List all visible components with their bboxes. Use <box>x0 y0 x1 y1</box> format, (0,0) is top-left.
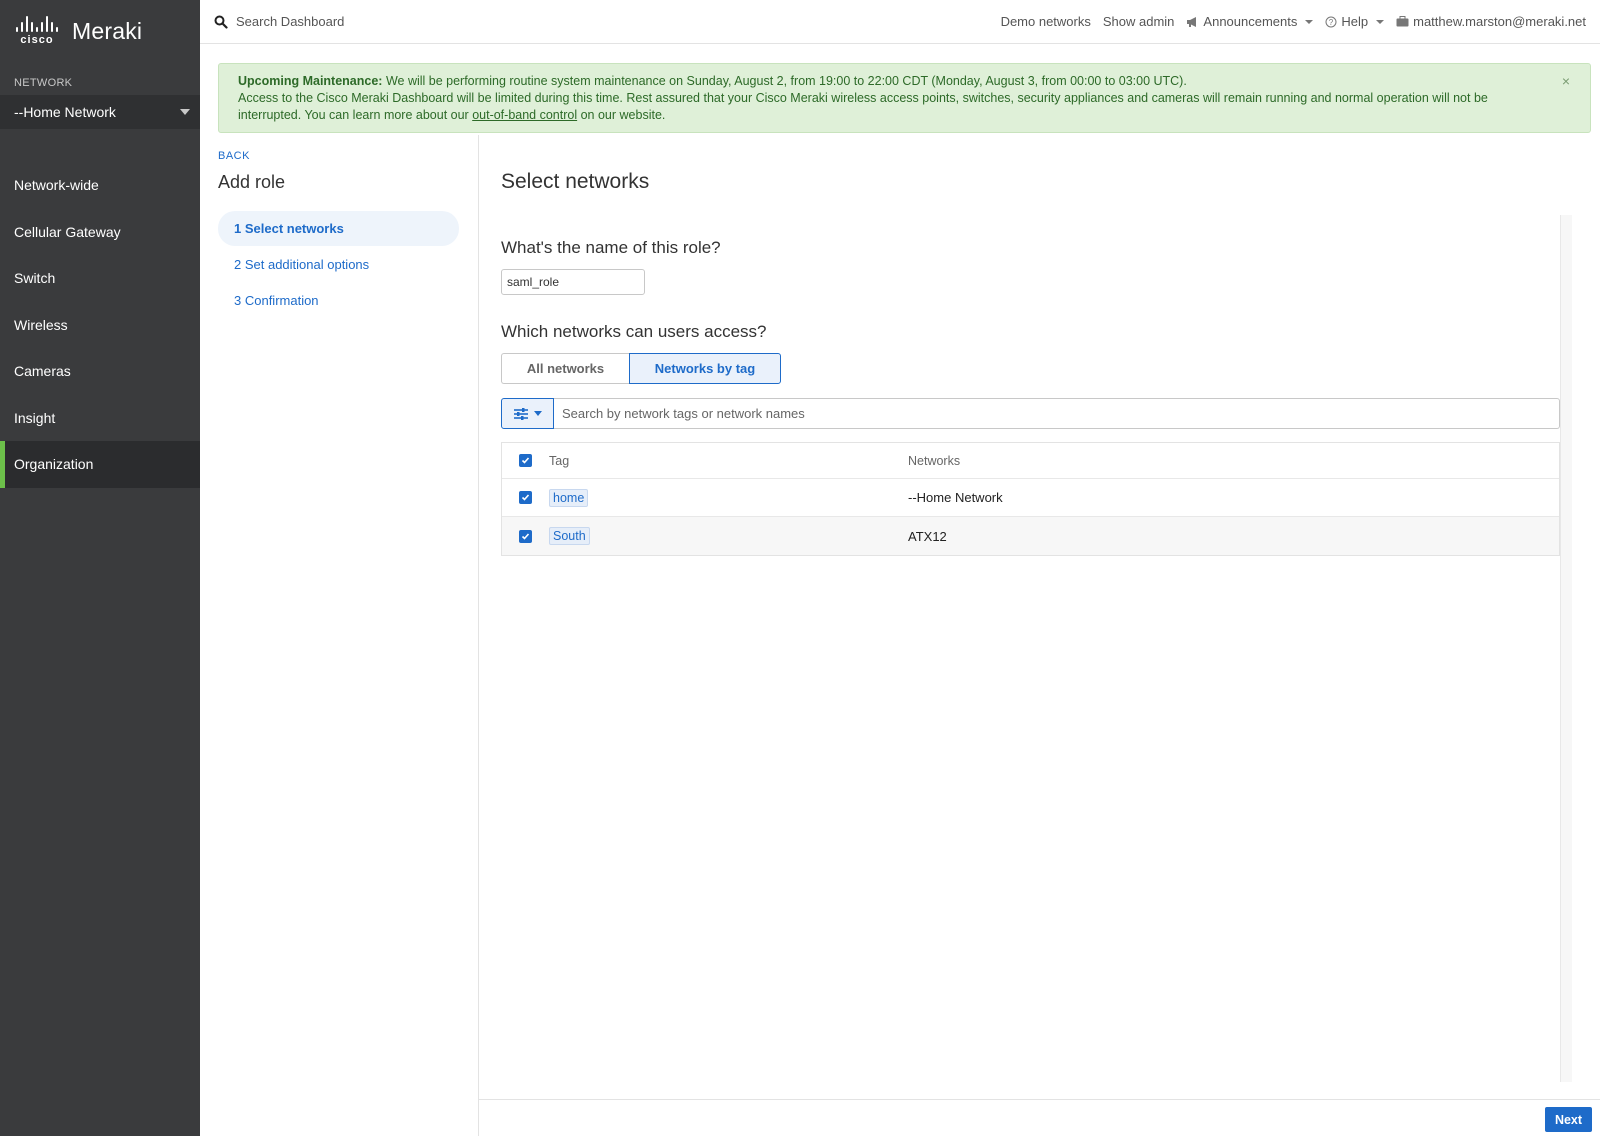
section-title: Select networks <box>501 170 650 193</box>
sidebar-item-label: Cellular Gateway <box>14 223 121 240</box>
row-checkbox[interactable] <box>519 529 532 543</box>
cisco-logo-icon: cisco <box>14 16 60 46</box>
maintenance-banner: Upcoming Maintenance: We will be perform… <box>218 63 1591 133</box>
step-select-networks[interactable]: 1 Select networks <box>218 211 459 246</box>
caret-down-icon <box>180 109 190 115</box>
out-of-band-control-link[interactable]: out-of-band control <box>472 108 577 122</box>
sidebar-item-wireless[interactable]: Wireless <box>0 302 200 349</box>
check-icon <box>521 532 530 540</box>
footer-divider <box>479 1099 1600 1100</box>
network-name: --Home Network <box>908 490 1003 505</box>
tag-pill: South <box>549 527 590 545</box>
row-checkbox[interactable] <box>519 491 532 504</box>
show-admin-link[interactable]: Show admin <box>1103 14 1175 29</box>
sidebar-item-label: Cameras <box>14 363 71 380</box>
network-name: ATX12 <box>908 528 947 544</box>
page-title: Add role <box>218 172 286 192</box>
check-icon <box>521 457 530 464</box>
role-name-input[interactable] <box>501 269 645 295</box>
filter-row <box>501 398 1560 429</box>
search-dashboard[interactable]: Search Dashboard <box>236 14 344 29</box>
table-row[interactable]: South ATX12 <box>502 517 1559 555</box>
cisco-wordmark: cisco <box>20 34 54 46</box>
all-networks-button[interactable]: All networks <box>501 353 629 384</box>
filter-dropdown-button[interactable] <box>501 398 554 429</box>
banner-heading: Upcoming Maintenance: <box>238 74 383 88</box>
step-confirmation[interactable]: 3 Confirmation <box>218 283 459 318</box>
announcements-label: Announcements <box>1203 14 1298 29</box>
help-menu[interactable]: ? Help <box>1325 14 1385 29</box>
select-all-checkbox[interactable] <box>519 454 532 467</box>
wizard-steps-panel: BACK Add role 1 Select networks 2 Set ad… <box>218 150 478 319</box>
brand-logo[interactable]: cisco Meraki <box>0 0 200 62</box>
column-divider <box>478 135 479 1136</box>
close-icon[interactable]: × <box>1562 73 1570 90</box>
user-menu[interactable]: matthew.marston@meraki.net <box>1396 14 1586 29</box>
networks-by-tag-button[interactable]: Networks by tag <box>629 353 781 384</box>
announcements-menu[interactable]: Announcements <box>1186 14 1314 29</box>
network-access-question: Which networks can users access? <box>501 322 767 341</box>
step-list: 1 Select networks 2 Set additional optio… <box>218 211 459 318</box>
table-header-row: Tag Networks <box>502 443 1559 479</box>
banner-line2: Access to the Cisco Meraki Dashboard wil… <box>238 91 1488 122</box>
tag-networks-table: Tag Networks home --Home Network South A… <box>501 442 1560 556</box>
top-bar: Search Dashboard Demo networks Show admi… <box>200 0 1600 44</box>
sidebar-item-label: Network-wide <box>14 177 99 194</box>
sidebar: cisco Meraki NETWORK --Home Network Netw… <box>0 0 200 1136</box>
check-icon <box>521 494 530 501</box>
svg-text:?: ? <box>1329 18 1334 27</box>
step-set-additional-options[interactable]: 2 Set additional options <box>218 247 459 282</box>
caret-down-icon <box>534 411 542 416</box>
sidebar-item-organization[interactable]: Organization <box>0 441 200 488</box>
main-panel: Select networks What's the name of this … <box>501 170 1561 556</box>
sidebar-item-cameras[interactable]: Cameras <box>0 348 200 395</box>
meraki-wordmark: Meraki <box>72 17 143 44</box>
sidebar-item-network-wide[interactable]: Network-wide <box>0 162 200 209</box>
sidebar-item-insight[interactable]: Insight <box>0 395 200 442</box>
sliders-icon <box>514 407 528 420</box>
sidebar-item-cellular-gateway[interactable]: Cellular Gateway <box>0 209 200 256</box>
next-button[interactable]: Next <box>1545 1107 1592 1132</box>
sidebar-item-switch[interactable]: Switch <box>0 255 200 302</box>
sidebar-item-label: Wireless <box>14 316 68 333</box>
briefcase-icon <box>1396 16 1409 27</box>
user-email: matthew.marston@meraki.net <box>1413 14 1586 29</box>
back-link[interactable]: BACK <box>218 150 478 162</box>
demo-networks-link[interactable]: Demo networks <box>1001 14 1091 29</box>
help-label: Help <box>1341 14 1369 29</box>
network-search-input[interactable] <box>554 398 1560 429</box>
tag-pill: home <box>549 488 589 507</box>
sidebar-nav: Network-wide Cellular Gateway Switch Wir… <box>0 162 200 488</box>
table-row[interactable]: home --Home Network <box>502 479 1559 517</box>
help-icon: ? <box>1325 16 1337 27</box>
caret-down-icon <box>1305 19 1314 24</box>
caret-down-icon <box>1376 19 1385 24</box>
role-name-question: What's the name of this role? <box>501 238 721 257</box>
network-selector[interactable]: --Home Network <box>0 95 200 129</box>
scrollbar[interactable] <box>1560 215 1572 1082</box>
network-label: NETWORK <box>14 77 73 89</box>
network-selector-value: --Home Network <box>14 104 116 120</box>
sidebar-item-label: Switch <box>14 270 56 287</box>
network-access-toggle: All networks Networks by tag <box>501 353 1561 384</box>
tag-column-header: Tag <box>549 453 570 468</box>
sidebar-item-label: Insight <box>14 409 56 426</box>
sidebar-item-label: Organization <box>14 456 94 473</box>
banner-line1: We will be performing routine system mai… <box>382 74 1187 88</box>
search-icon[interactable] <box>214 15 228 29</box>
megaphone-icon <box>1187 16 1197 27</box>
banner-line3: on our website. <box>577 108 666 122</box>
networks-column-header: Networks <box>908 453 961 468</box>
